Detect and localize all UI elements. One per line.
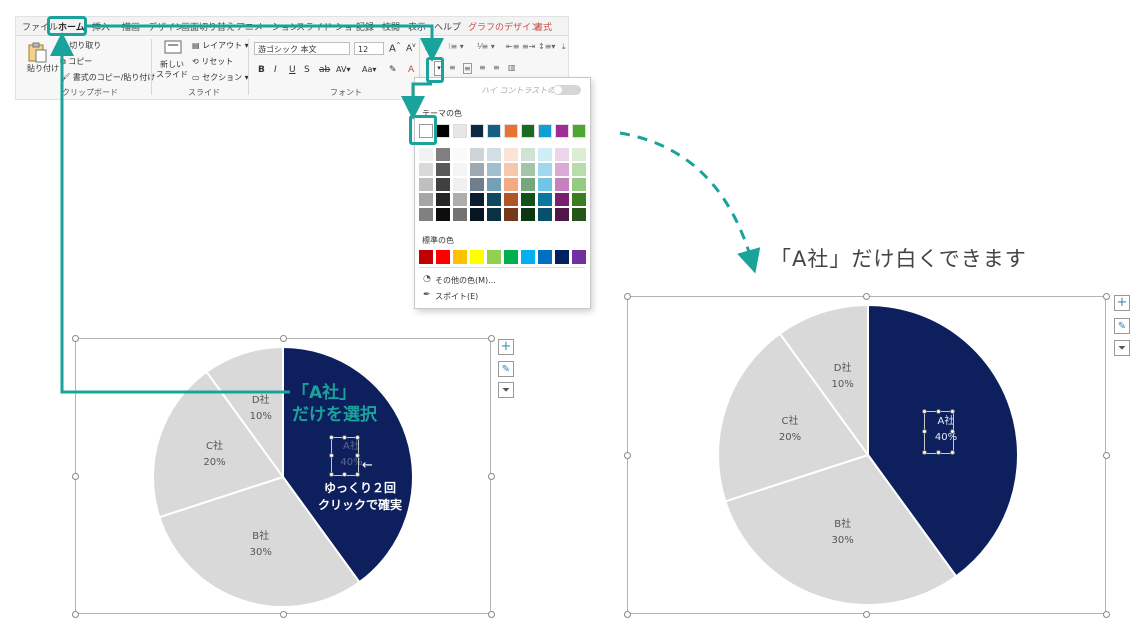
label-selection-handle[interactable] — [341, 471, 347, 477]
arrow-to-home-tab — [50, 32, 290, 394]
label-selection-handle[interactable] — [949, 449, 955, 455]
select-a-line2: だけを選択 — [292, 405, 377, 425]
label-selection-handle[interactable] — [949, 408, 955, 414]
arrow-to-fill-dropdown — [86, 24, 444, 62]
label-selection-handle[interactable] — [935, 408, 941, 414]
label-selection-handle[interactable] — [354, 471, 360, 477]
label-selection-handle[interactable] — [328, 434, 334, 440]
dashed-arrow-to-result — [619, 131, 761, 274]
annotation-arrows — [50, 24, 761, 394]
label-selection-handle[interactable] — [328, 471, 334, 477]
label-selection-handle[interactable] — [341, 434, 347, 440]
label-selection-handle[interactable] — [921, 449, 927, 455]
label-selection-handle[interactable] — [921, 408, 927, 414]
arrow-to-white-swatch — [401, 82, 432, 120]
double-click-line1: ゆっくり２回 — [324, 481, 397, 495]
result-caption: 「A社」だけ白くできます — [770, 247, 1027, 271]
label-selection-handle[interactable] — [328, 453, 334, 458]
label-selection-handle[interactable] — [935, 449, 941, 455]
left-arrow-glyph: ← — [362, 458, 373, 473]
select-a-line1: 「A社」 — [292, 383, 357, 403]
double-click-line2: クリックで確実 — [318, 498, 403, 512]
label-selection-handle[interactable] — [949, 429, 955, 434]
label-selection-handle[interactable] — [354, 453, 360, 458]
label-selection-handle[interactable] — [354, 434, 360, 440]
select-a-annotation: 「A社」 だけを選択 — [292, 382, 377, 426]
double-click-annotation: ゆっくり２回 クリックで確実 — [318, 480, 402, 514]
label-selection-handle[interactable] — [921, 429, 927, 434]
